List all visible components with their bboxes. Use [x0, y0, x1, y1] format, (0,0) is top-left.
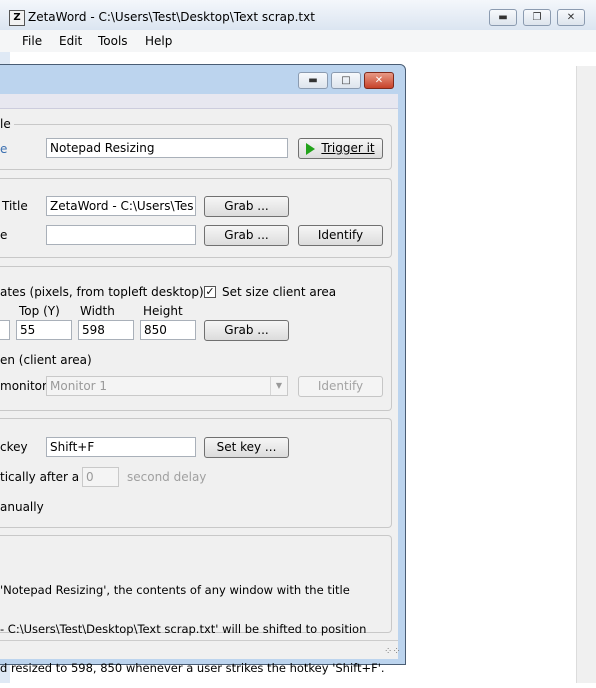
left-x-input[interactable]	[0, 320, 10, 340]
auto-trigger-label: tically after a	[0, 470, 80, 484]
menu-tools[interactable]: Tools	[98, 34, 128, 48]
hotkey-label: ckey	[0, 440, 28, 454]
top-y-input[interactable]: 55	[16, 320, 72, 340]
identify-monitor-button[interactable]: Identify	[298, 376, 383, 397]
close-icon: ✕	[374, 75, 384, 86]
window-class-label: e	[0, 228, 8, 242]
delay-input[interactable]: 0	[82, 467, 119, 487]
close-icon: ✕	[566, 12, 576, 23]
screen-client-area-label: en (client area)	[0, 353, 92, 367]
top-y-label: Top (Y)	[19, 304, 60, 318]
menu-bar	[0, 30, 596, 52]
dialog-minimize-button[interactable]: ▬	[298, 72, 328, 89]
chevron-down-icon: ▼	[270, 377, 287, 395]
monitor-label: monitor	[0, 379, 47, 393]
rule-name-input[interactable]: Notepad Resizing	[46, 138, 288, 158]
close-button[interactable]: ✕	[557, 9, 585, 26]
trigger-button[interactable]: Trigger it	[298, 138, 383, 159]
menu-edit[interactable]: Edit	[59, 34, 82, 48]
rule-group-legend: le	[0, 117, 14, 131]
height-label: Height	[143, 304, 183, 318]
dialog-status-bar	[0, 640, 398, 659]
window-class-input[interactable]	[46, 225, 196, 245]
restore-icon: ❐	[532, 12, 542, 23]
window-group	[0, 178, 392, 258]
main-window-title: ZetaWord - C:\Users\Test\Desktop\Text sc…	[28, 10, 315, 24]
monitor-select[interactable]: Monitor 1 ▼	[46, 376, 288, 396]
window-title-label: Title	[2, 199, 28, 213]
monitor-select-value: Monitor 1	[50, 379, 108, 393]
summary-line-1: 'Notepad Resizing', the contents of any …	[0, 583, 350, 597]
hotkey-input[interactable]: Shift+F	[46, 437, 196, 457]
set-key-button[interactable]: Set key ...	[204, 437, 289, 458]
set-size-client-area-checkbox[interactable]: ✓	[204, 286, 216, 298]
minimize-button[interactable]: ▬	[489, 9, 517, 26]
maximize-button[interactable]: ❐	[523, 9, 551, 26]
dialog-close-button[interactable]: ✕	[364, 72, 394, 89]
menu-file[interactable]: File	[22, 34, 42, 48]
play-icon	[306, 142, 316, 155]
width-label: Width	[80, 304, 115, 318]
height-input[interactable]: 850	[140, 320, 196, 340]
maximize-icon: □	[341, 75, 351, 86]
window-title-input[interactable]: ZetaWord - C:\Users\Tes	[46, 196, 196, 216]
width-input[interactable]: 598	[78, 320, 134, 340]
document-margin	[576, 66, 596, 683]
minimize-icon: ▬	[498, 12, 508, 23]
grab-coordinates-button[interactable]: Grab ...	[204, 320, 289, 341]
grab-class-button[interactable]: Grab ...	[204, 225, 289, 246]
resize-grip-icon[interactable]: ⁘⁘	[384, 646, 401, 657]
grab-title-button[interactable]: Grab ...	[204, 196, 289, 217]
dialog-header-strip	[0, 94, 398, 109]
menu-help[interactable]: Help	[145, 34, 172, 48]
summary-line-2: - C:\Users\Test\Desktop\Text scrap.txt' …	[0, 622, 367, 636]
dialog-maximize-button[interactable]: □	[331, 72, 361, 89]
minimize-icon: ▬	[308, 75, 318, 86]
app-icon[interactable]: Z	[9, 10, 25, 26]
identify-window-button[interactable]: Identify	[298, 225, 383, 246]
coordinates-heading: ates (pixels, from topleft desktop)	[0, 285, 204, 299]
summary-line-3: d resized to 598, 850 whenever a user st…	[0, 661, 385, 675]
rule-summary: 'Notepad Resizing', the contents of any …	[0, 558, 392, 688]
delay-unit-label: second delay	[127, 470, 207, 484]
rule-name-label: e	[0, 142, 8, 156]
set-size-client-area-label: Set size client area	[222, 285, 337, 299]
manual-label: anually	[0, 500, 44, 514]
trigger-button-label: Trigger it	[321, 141, 375, 155]
